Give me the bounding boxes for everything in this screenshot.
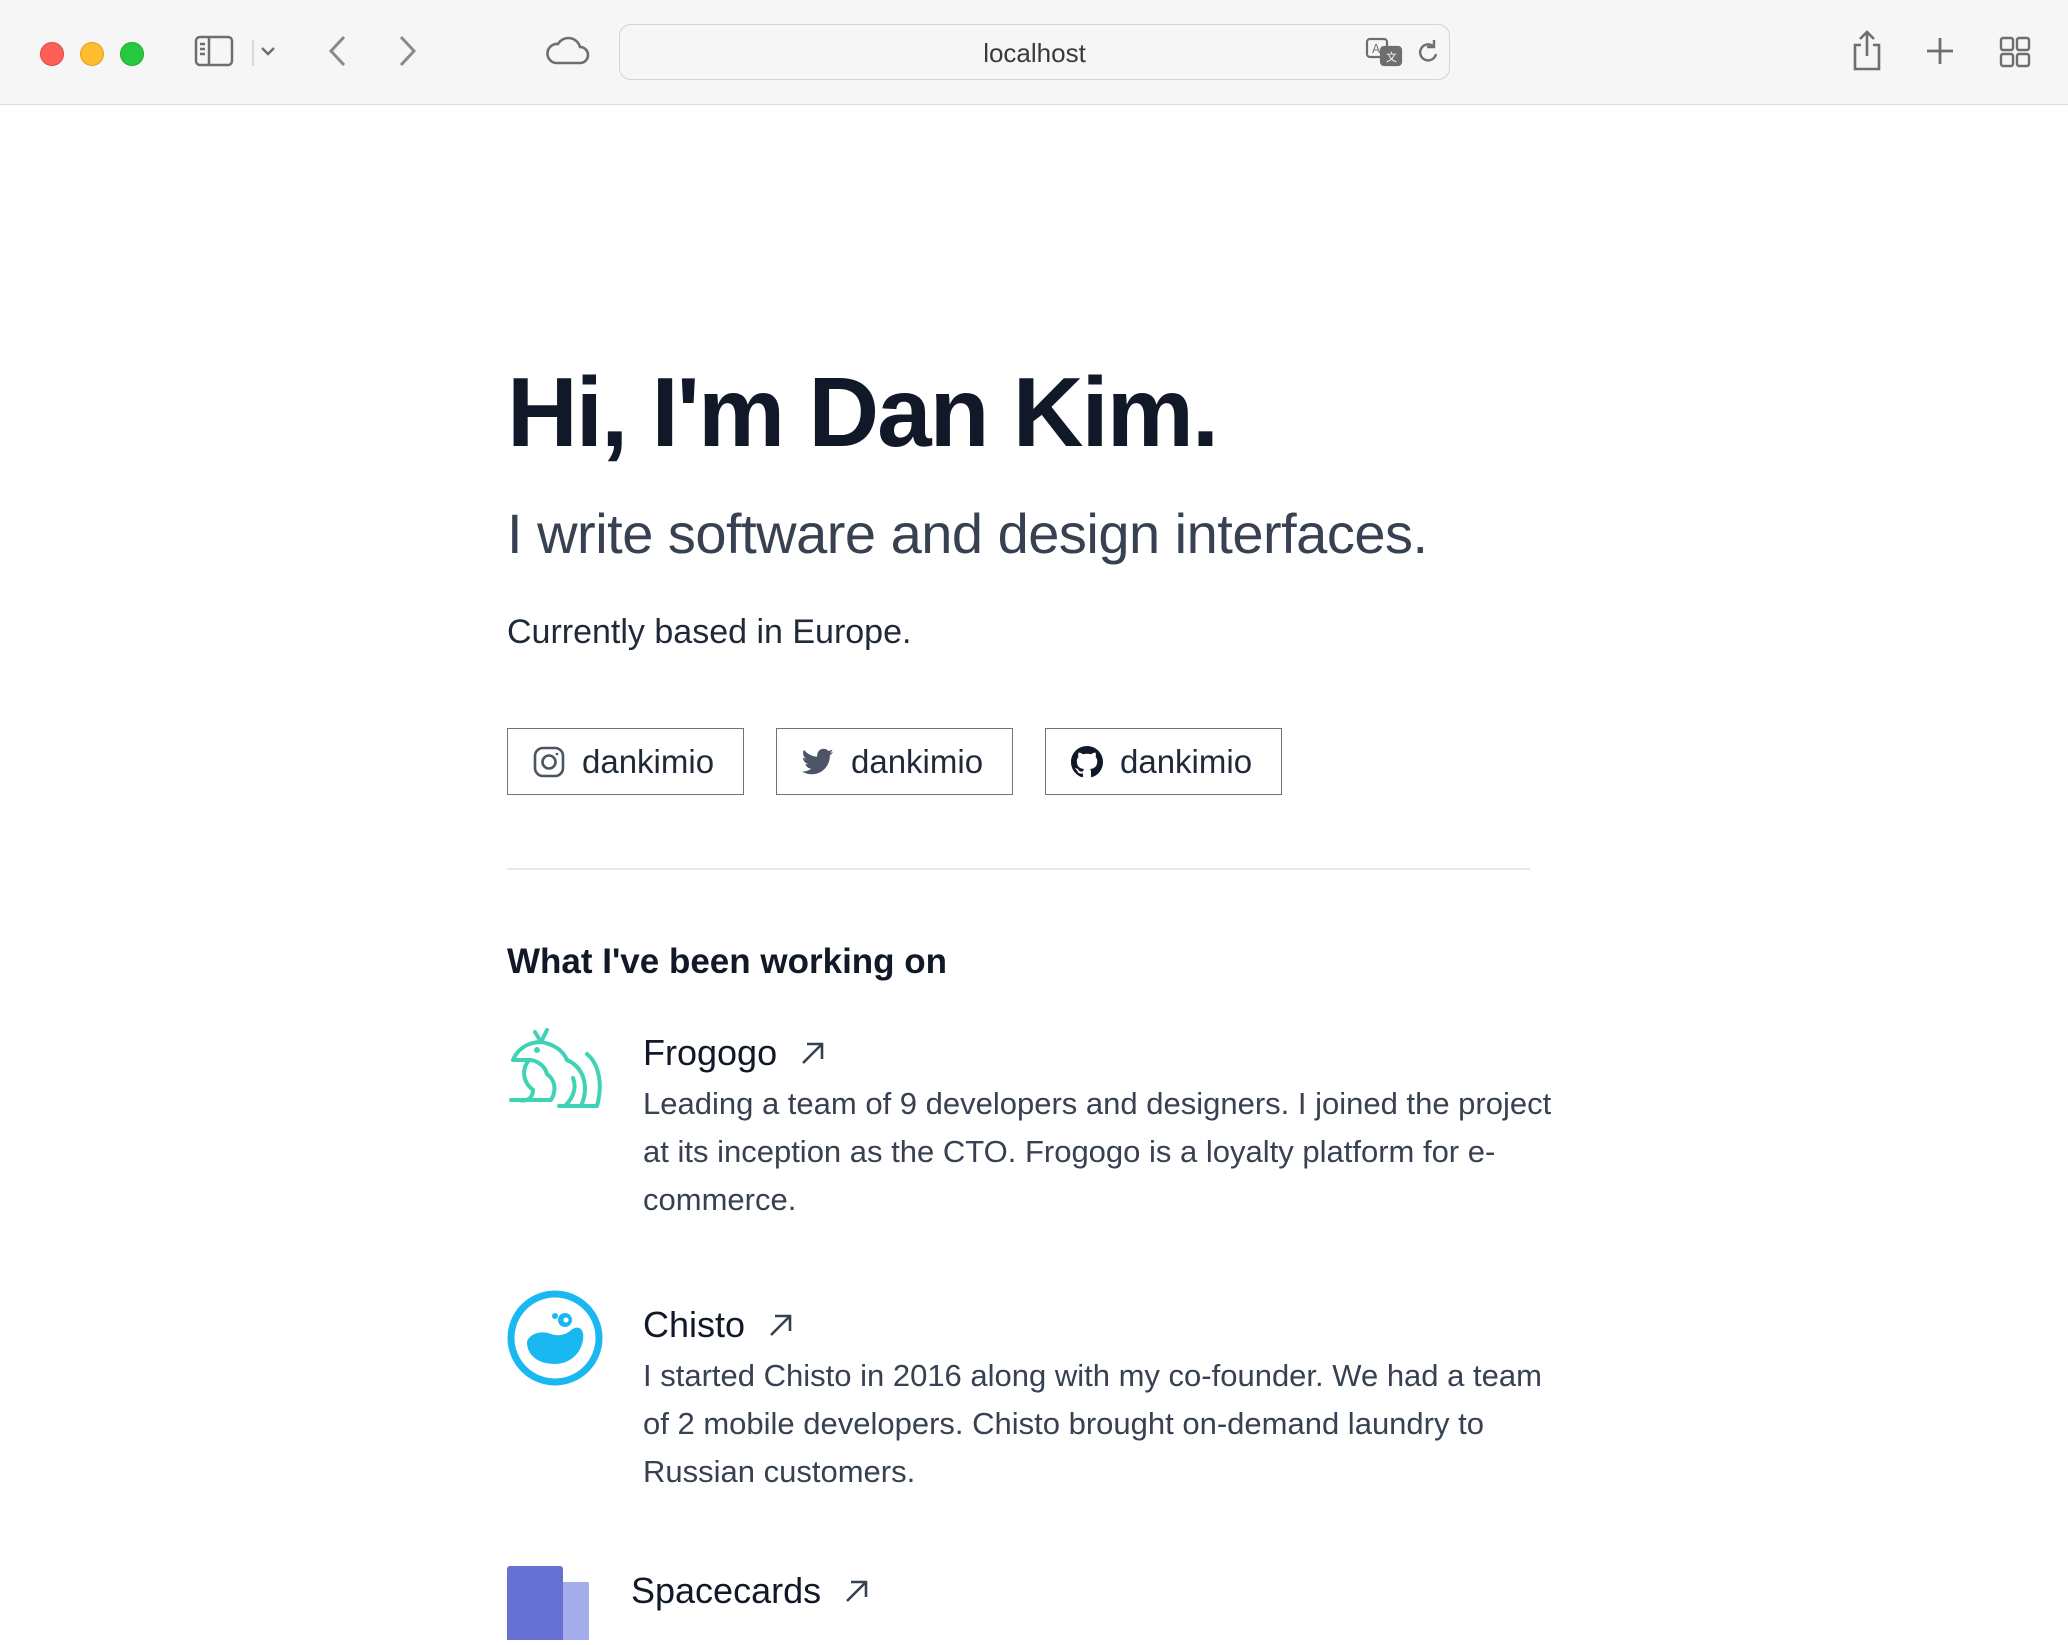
new-tab-icon[interactable] — [1924, 35, 1956, 67]
location-text: Currently based in Europe. — [507, 613, 912, 651]
page-subtitle: I write software and design interfaces. — [507, 502, 1428, 565]
web-page: Hi, I'm Dan Kim. I write software and de… — [0, 106, 2068, 1645]
project-name: Spacecards — [631, 1570, 822, 1611]
external-arrow-icon — [767, 1311, 795, 1339]
address-bar[interactable]: localhost A 文 — [619, 24, 1450, 80]
browser-toolbar: localhost A 文 — [0, 0, 2068, 105]
project-description: I started Chisto in 2016 along with my c… — [643, 1358, 1542, 1489]
project-item: Chisto I started Chisto in 2016 along wi… — [507, 1290, 1567, 1520]
frogogo-logo — [507, 1018, 607, 1118]
external-arrow-icon — [799, 1039, 827, 1067]
instagram-handle: dankimio — [582, 742, 715, 780]
instagram-link[interactable]: dankimio — [507, 728, 744, 795]
toolbar-separator — [252, 40, 254, 66]
address-text: localhost — [983, 38, 1086, 68]
project-link-spacecards[interactable]: Spacecards — [631, 1570, 871, 1612]
page-title: Hi, I'm Dan Kim. — [507, 357, 1219, 467]
github-link[interactable]: dankimio — [1045, 728, 1282, 795]
section-title: What I've been working on — [507, 942, 948, 981]
svg-text:文: 文 — [1386, 50, 1397, 64]
github-handle: dankimio — [1120, 742, 1253, 780]
project-link-frogogo[interactable]: Frogogo — [643, 1032, 827, 1074]
project-link-chisto[interactable]: Chisto — [643, 1304, 795, 1346]
share-icon[interactable] — [1850, 28, 1884, 72]
icloud-icon[interactable] — [543, 33, 591, 67]
twitter-link[interactable]: dankimio — [776, 728, 1013, 795]
twitter-icon — [801, 745, 835, 779]
sidebar-icon[interactable] — [193, 33, 235, 69]
project-item: Spacecards — [507, 1564, 1567, 1645]
instagram-icon — [532, 745, 566, 779]
back-icon[interactable] — [322, 32, 352, 70]
project-item: Frogogo Leading a team of 9 developers a… — [507, 1018, 1567, 1248]
chevron-down-icon[interactable] — [259, 42, 277, 60]
minimize-window-button[interactable] — [80, 42, 104, 66]
tab-overview-icon[interactable] — [1998, 35, 2032, 69]
github-icon — [1070, 745, 1104, 779]
project-description: Leading a team of 9 developers and desig… — [643, 1086, 1552, 1217]
spacecards-logo — [507, 1564, 595, 1645]
twitter-handle: dankimio — [851, 742, 984, 780]
close-window-button[interactable] — [40, 42, 64, 66]
external-arrow-icon — [843, 1577, 871, 1605]
svg-text:A: A — [1372, 42, 1381, 56]
reload-icon[interactable] — [1414, 38, 1442, 68]
translate-icon[interactable]: A 文 — [1364, 35, 1404, 69]
project-name: Chisto — [643, 1304, 746, 1345]
zoom-window-button[interactable] — [120, 42, 144, 66]
chisto-logo — [507, 1290, 603, 1386]
project-name: Frogogo — [643, 1032, 778, 1073]
forward-icon[interactable] — [393, 32, 423, 70]
section-divider — [507, 868, 1530, 870]
